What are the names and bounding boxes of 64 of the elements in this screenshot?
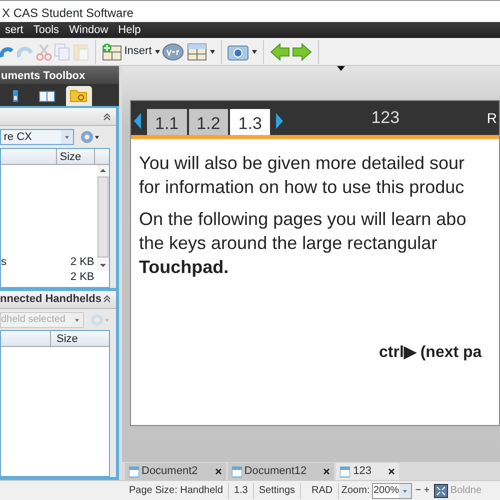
handheld-icon [13, 90, 18, 102]
problem-label: 123 [370, 107, 401, 130]
folder-icon [70, 90, 88, 102]
device-dropdown[interactable]: re CX [0, 128, 74, 145]
page-label: R [486, 108, 497, 128]
menu-item[interactable]: Help [113, 20, 146, 40]
layout-icon[interactable] [187, 42, 208, 60]
window-title: X CAS Student Software [2, 6, 134, 20]
column-header: Size [56, 332, 79, 346]
zoom-label: Zoom: [340, 484, 370, 498]
section-title: nnected Handhelds [0, 292, 102, 307]
document-tab[interactable]: Document2 [124, 463, 226, 480]
caret-icon[interactable] [252, 50, 258, 54]
file-size: 2 KB [70, 270, 94, 284]
forward-arrow-icon[interactable] [292, 42, 312, 60]
menu-item[interactable]: Window [64, 20, 114, 40]
collapse-arrow-icon[interactable] [337, 66, 345, 71]
document-icon [128, 466, 139, 478]
text-line: On the following pages you will learn abo [139, 208, 468, 231]
angle-mode-button[interactable]: RAD [306, 482, 339, 498]
page-tab[interactable]: 1.3 [230, 109, 270, 135]
camera-icon[interactable] [227, 42, 250, 60]
navigation-hint: ctrl▶ (next pa [379, 343, 483, 363]
text-line: for information on how to use this produc [139, 176, 466, 199]
toolbox-tab[interactable] [66, 86, 92, 106]
settings-icon[interactable] [80, 130, 100, 144]
text-line: the keys around the large rectangular [139, 232, 438, 255]
text-line: You will also be given more detailed sour [139, 152, 466, 175]
panel-title: uments Toolbox [1, 70, 86, 82]
file-name: s [1, 255, 6, 270]
page-number: 1.3 [228, 482, 254, 498]
book-icon [39, 90, 56, 102]
zoom-dropdown[interactable]: 200% [372, 482, 412, 498]
fit-to-window-icon[interactable] [434, 484, 448, 498]
collapse-icon[interactable] [102, 112, 110, 120]
document-icon [340, 466, 350, 478]
back-arrow-icon[interactable] [270, 42, 290, 60]
column-header: Size [57, 148, 95, 164]
text-line: Touchpad. [139, 256, 230, 279]
close-icon[interactable] [388, 468, 396, 475]
page-size-label: Page Size: Handheld [124, 482, 229, 498]
scrollbar[interactable] [97, 164, 109, 270]
collapse-icon[interactable] [102, 295, 110, 304]
caret-icon[interactable] [210, 50, 215, 54]
file-size: 2 KB [70, 255, 94, 270]
insert-button[interactable]: Insert [124, 43, 152, 60]
menu-item[interactable]: sert [0, 20, 28, 40]
close-icon[interactable] [323, 468, 330, 475]
previous-page-icon[interactable] [133, 113, 143, 129]
document-tab[interactable]: 123 [336, 463, 400, 480]
page-tab[interactable]: 1.2 [188, 109, 228, 135]
close-icon[interactable] [214, 468, 222, 475]
document-tab[interactable]: Document12 [228, 463, 334, 480]
next-page-icon[interactable] [274, 113, 284, 129]
caret-icon[interactable] [154, 50, 160, 54]
settings-button[interactable]: Settings [254, 482, 302, 498]
page-tab[interactable]: 1.1 [147, 109, 187, 135]
zoom-in-button[interactable]: + [424, 483, 430, 498]
document-icon [232, 466, 242, 478]
undo-icon[interactable] [0, 44, 14, 58]
variable-icon[interactable] [162, 42, 184, 60]
menu-item[interactable]: Tools [28, 20, 64, 40]
zoom-out-button[interactable]: − [415, 483, 422, 498]
add-page-icon[interactable] [102, 42, 122, 60]
